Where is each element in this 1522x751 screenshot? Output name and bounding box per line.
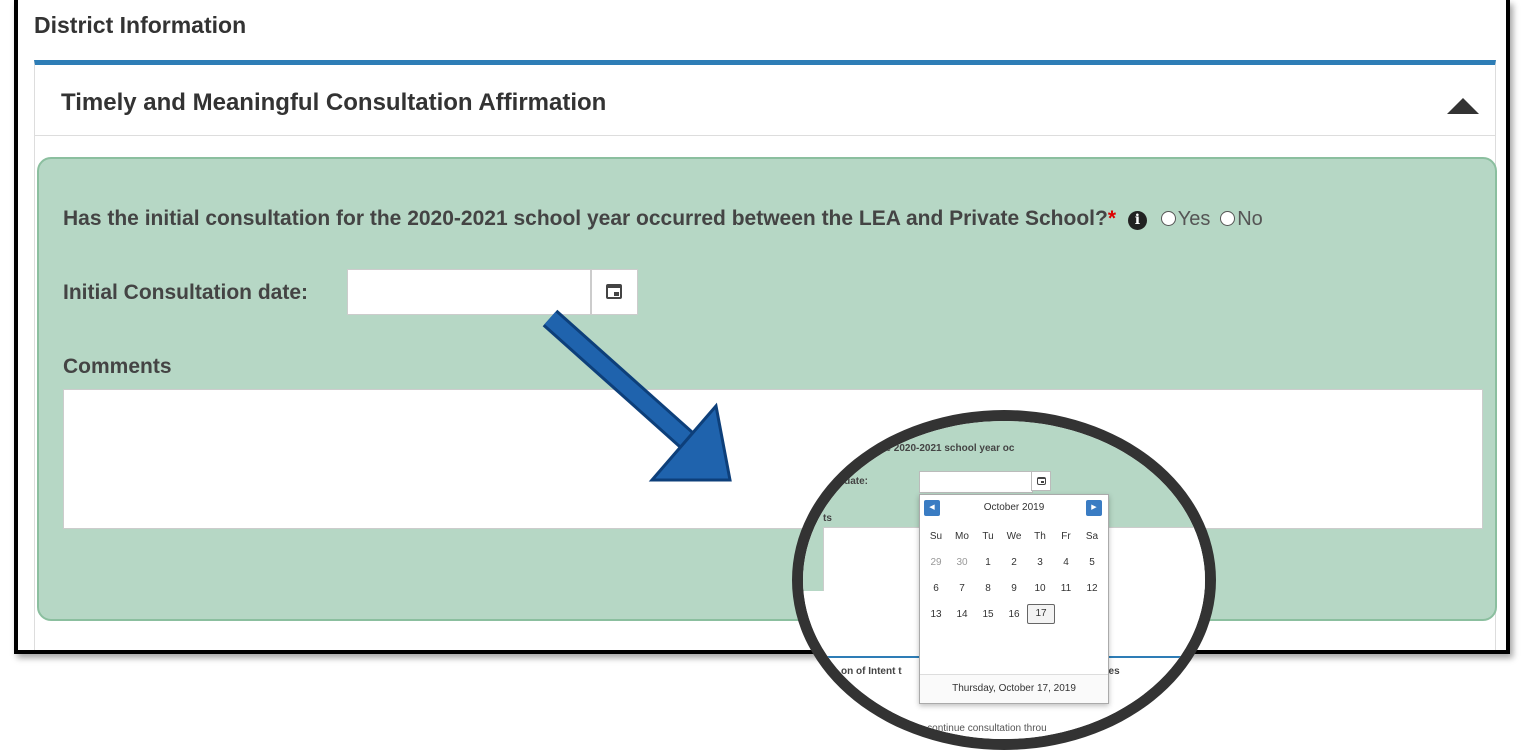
calendar-day[interactable]: 4 xyxy=(1053,557,1079,568)
calendar-weekday-row: Su Mo Tu We Th Fr Sa xyxy=(923,523,1107,549)
consultation-question: Has the initial consultation for the 202… xyxy=(63,207,1263,231)
yes-label[interactable]: Yes xyxy=(1178,208,1211,230)
magnifier-lens: n for the 2020-2021 school year oc tion … xyxy=(792,410,1216,750)
calendar-grid: Su Mo Tu We Th Fr Sa 29 30 1 2 3 4 5 6 7 8 9 10 11 12 13 14 15 1… xyxy=(923,523,1107,627)
calendar-week-row: 13 14 15 16 17 xyxy=(923,601,1107,627)
calendar-icon xyxy=(606,284,622,299)
calendar-day[interactable]: 5 xyxy=(1079,557,1105,568)
caret-up-icon[interactable] xyxy=(1447,98,1479,114)
calendar-day-today[interactable]: 17 xyxy=(1027,604,1055,624)
calendar-day[interactable]: 9 xyxy=(1001,583,1027,594)
calendar-day[interactable]: 8 xyxy=(975,583,1001,594)
weekday-label: We xyxy=(1006,530,1022,542)
yes-radio[interactable] xyxy=(1160,211,1176,226)
calendar-day[interactable]: 13 xyxy=(923,609,949,620)
zoomed-date-input[interactable] xyxy=(919,471,1033,493)
question-text: Has the initial consultation for the 202… xyxy=(63,207,1108,230)
zoomed-question: n for the 2020-2021 school year oc xyxy=(851,443,1015,454)
pointer-arrow-icon xyxy=(542,309,732,482)
calendar-day[interactable]: 10 xyxy=(1027,583,1053,594)
calendar-day[interactable]: 6 xyxy=(923,583,949,594)
panel-title: Timely and Meaningful Consultation Affir… xyxy=(61,89,607,116)
no-label[interactable]: No xyxy=(1237,208,1263,230)
comments-label: Comments xyxy=(63,355,172,378)
calendar-day[interactable]: 16 xyxy=(1001,609,1027,620)
no-radio[interactable] xyxy=(1220,211,1236,226)
comments-textarea[interactable] xyxy=(63,389,1483,529)
zoomed-intent-text: l intend to continue consultation throu xyxy=(881,723,1047,734)
weekday-label: Fr xyxy=(1061,530,1071,542)
consultation-panel: Timely and Meaningful Consultation Affir… xyxy=(34,60,1497,650)
zoomed-date-button[interactable] xyxy=(1031,471,1051,491)
calendar-day[interactable]: 12 xyxy=(1079,583,1105,594)
info-icon[interactable]: i xyxy=(1127,211,1147,230)
calendar-month-title[interactable]: October 2019 xyxy=(920,502,1108,513)
calendar-day[interactable]: 3 xyxy=(1027,557,1053,568)
weekday-label: Th xyxy=(1034,530,1046,542)
weekday-label: Mo xyxy=(955,530,969,542)
panel-header[interactable]: Timely and Meaningful Consultation Affir… xyxy=(35,65,1495,136)
calendar-week-row: 6 7 8 9 10 11 12 xyxy=(923,575,1107,601)
calendar-icon xyxy=(1037,477,1046,485)
calendar-day[interactable]: 15 xyxy=(975,609,1001,620)
zoomed-date-label: tion date: xyxy=(823,476,868,487)
date-picker-popup: ◀ October 2019 ▶ Su Mo Tu We Th Fr Sa 29 30 1 2 3 4 5… xyxy=(919,494,1109,704)
next-month-button[interactable]: ▶ xyxy=(1086,500,1102,516)
affirmation-form: Has the initial consultation for the 202… xyxy=(37,157,1497,621)
calendar-day[interactable]: 1 xyxy=(975,557,1001,568)
weekday-label: Tu xyxy=(982,530,994,542)
weekday-label: Su xyxy=(929,530,943,542)
calendar-week-row: 29 30 1 2 3 4 5 xyxy=(923,549,1107,575)
weekday-label: Sa xyxy=(1085,530,1099,542)
zoomed-comments-label: ts xyxy=(823,513,832,524)
date-label: Initial Consultation date: xyxy=(63,281,308,304)
calendar-day[interactable]: 30 xyxy=(949,557,975,568)
zoom-magnifier: n for the 2020-2021 school year oc tion … xyxy=(792,410,1216,750)
calendar-day[interactable]: 14 xyxy=(949,609,975,620)
calendar-day[interactable]: 7 xyxy=(949,583,975,594)
zoomed-intent-heading: on of Intent t xyxy=(841,666,902,677)
calendar-day[interactable]: 11 xyxy=(1053,583,1079,594)
calendar-today-footer[interactable]: Thursday, October 17, 2019 xyxy=(920,674,1108,703)
required-mark: * xyxy=(1107,207,1117,230)
screenshot-frame: District Information Timely and Meaningf… xyxy=(14,0,1510,654)
calendar-day[interactable]: 2 xyxy=(1001,557,1027,568)
calendar-day[interactable]: 29 xyxy=(923,557,949,568)
section-title: District Information xyxy=(34,12,247,38)
